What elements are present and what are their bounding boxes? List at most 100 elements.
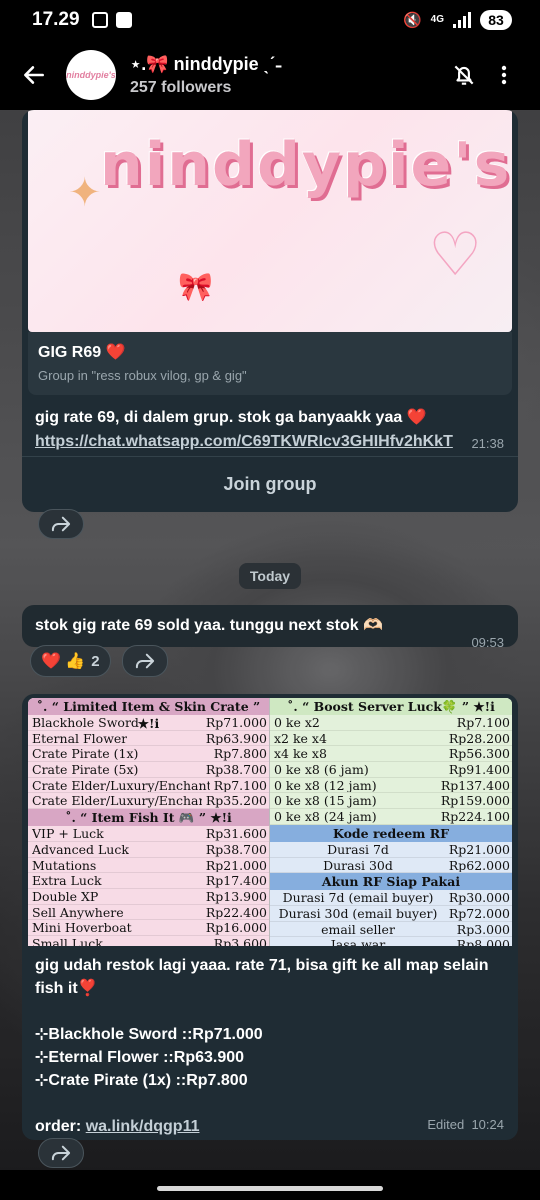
list-item: ⊹Eternal Flower ::Rp63.900 [35,1049,245,1066]
item-price: Rp22.400 [205,904,267,920]
order-link[interactable]: wa.link/dqgp11 [86,1118,200,1135]
item-price: Rp137.400 [440,777,510,793]
item-price: Rp72.000 [448,905,510,921]
item-price: Rp21.000 [448,841,510,857]
reaction-emojis: ❤️ 👍 [41,653,86,670]
item-price: Rp224.100 [440,809,510,825]
item-name: 0 ke x2 [274,715,320,730]
item-price: Rp16.000 [205,920,267,936]
price-row: Crate Pirate (5x) Rp38.700 [28,762,269,778]
home-gesture-bar[interactable] [157,1186,383,1191]
message-text: stok gig rate 69 sold yaa. tunggu next s… [35,617,383,634]
price-row: 0 ke x8 (24 jam) Rp224.100 [270,809,512,825]
notification-icon [115,12,132,28]
forward-icon [51,516,71,532]
item-price: Rp38.700 [205,762,267,778]
preview-logo-text: ninddypie's [100,130,512,200]
screenshot-icon [91,12,108,28]
forward-button[interactable] [38,1138,84,1168]
price-row: Extra Luck Rp17.400 [28,873,269,889]
price-row: Crate Elder/Luxury/Enchanted (Rp7.100 [28,778,269,794]
follower-count: 257 followers [130,78,232,96]
item-price: Rp7.800 [213,746,267,762]
price-row: x4 ke x8 Rp56.300 [270,746,512,763]
more-options-button[interactable] [484,55,524,95]
link-title: GIG R69 ❤️ [38,344,126,361]
price-row: Crate Elder/Luxury/Enchanted (Rp35.200 [28,793,269,810]
price-row: Durasi 30d Rp62.000 [270,857,512,874]
price-row: x2 ke x4 Rp28.200 [270,731,512,747]
item-name: Durasi 30d [323,857,393,873]
item-price: Rp38.700 [205,841,267,857]
avatar[interactable]: ninddypie's [66,50,116,100]
back-button[interactable] [16,57,52,93]
price-row: Durasi 7d Rp21.000 [270,841,512,858]
forward-icon [135,653,155,669]
join-group-button[interactable]: Join group [22,456,518,512]
message-line: gig udah restok lagi yaaa. rate 71, bisa… [35,957,489,974]
reaction-count: 2 [91,652,100,670]
item-price: Rp30.000 [448,890,510,906]
item-price: Rp56.300 [448,746,510,762]
item-name: x4 ke x8 [274,746,327,762]
list-item: ⊹Crate Pirate (1x) ::Rp7.800 [35,1072,248,1089]
message-time: 21:38 [471,436,504,451]
item-name: Durasi 7d [327,841,389,857]
avatar-label: ninddypie's [66,70,116,80]
item-name: 0 ke x8 (6 jam) [274,762,369,777]
item-name: 0 ke x8 (15 jam) [274,793,377,809]
link-preview-image[interactable]: ✦ 🎀 ninddypie's ♡ [28,110,512,332]
bow-icon: 🎀 [178,271,213,302]
price-row: Durasi 7d (email buyer) Rp30.000 [270,890,512,906]
price-row: Double XP Rp13.900 [28,889,269,905]
item-name: Mini Hoverboat [32,920,132,935]
status-time: 17.29 [32,9,80,30]
reactions-bar[interactable]: ❤️ 👍 2 [30,645,111,677]
forward-button[interactable] [122,645,168,677]
forward-button[interactable] [38,509,84,539]
item-price: Rp28.200 [448,730,510,746]
forward-icon [51,1145,71,1161]
item-name: Durasi 30d (email buyer) [278,905,438,921]
item-price: Rp31.600 [205,826,267,842]
mute-notifications-button[interactable] [444,55,484,95]
item-name: Mutations [32,857,97,873]
bell-off-icon [454,65,474,85]
price-row: 0 ke x2 Rp7.100 [270,715,512,731]
message-line: fish it❣️ [35,980,98,997]
message-sold: stok gig rate 69 sold yaa. tunggu next s… [22,605,518,647]
status-bar: 17.29 🔇 4G 83 [0,0,540,40]
item-name: Crate Elder/Luxury/Enchanted ( [32,777,210,793]
arrow-left-icon [24,66,44,84]
item-name: VIP + Luck [32,826,104,841]
channel-info[interactable]: ⋆.🎀 ninddypie ˎˊ˗ 257 followers [130,54,444,97]
item-name: Durasi 7d (email buyer) [282,890,434,905]
network-type: 4G [430,14,444,25]
price-row: Durasi 30d (email buyer) Rp72.000 [270,905,512,922]
message-time: 10:24 [471,1117,504,1132]
price-row: Sell Anywhere Rp22.400 [28,905,269,921]
message-price-list: ˚. “ Limited Item & Skin Crate ” ★!i Bla… [22,694,518,1140]
order-label: order: [35,1118,82,1135]
item-name: Double XP [32,888,99,904]
invite-link[interactable]: https://chat.whatsapp.com/C69TKWRIcv3GHI… [35,433,453,451]
message-time: 09:53 [471,635,504,647]
item-price: Rp7.100 [213,777,267,793]
item-name: Sell Anywhere [32,904,124,920]
link-preview-meta[interactable]: GIG R69 ❤️ Group in "ress robux vilog, g… [28,332,512,395]
item-price: Rp3.600 [213,935,267,946]
item-name: Small Luck [32,935,103,946]
message-group-invite: ✦ 🎀 ninddypie's ♡ GIG R69 ❤️ Group in "r… [22,110,518,512]
channel-name: ⋆.🎀 ninddypie ˎˊ˗ [130,53,282,74]
system-nav-bar [0,1170,540,1200]
price-row: 0 ke x8 (12 jam) Rp137.400 [270,778,512,794]
price-list-image[interactable]: ˚. “ Limited Item & Skin Crate ” ★!i Bla… [28,698,512,946]
price-row: 0 ke x8 (6 jam) Rp91.400 [270,762,512,778]
item-name: Advanced Luck [32,841,129,857]
signal-icon [453,12,471,28]
item-name: Crate Pirate (5x) [32,762,139,777]
date-separator: Today [239,563,301,589]
item-price: Rp7.100 [456,715,510,730]
price-row: VIP + Luck Rp31.600 [28,826,269,842]
item-price: Rp71.000 [205,715,267,730]
